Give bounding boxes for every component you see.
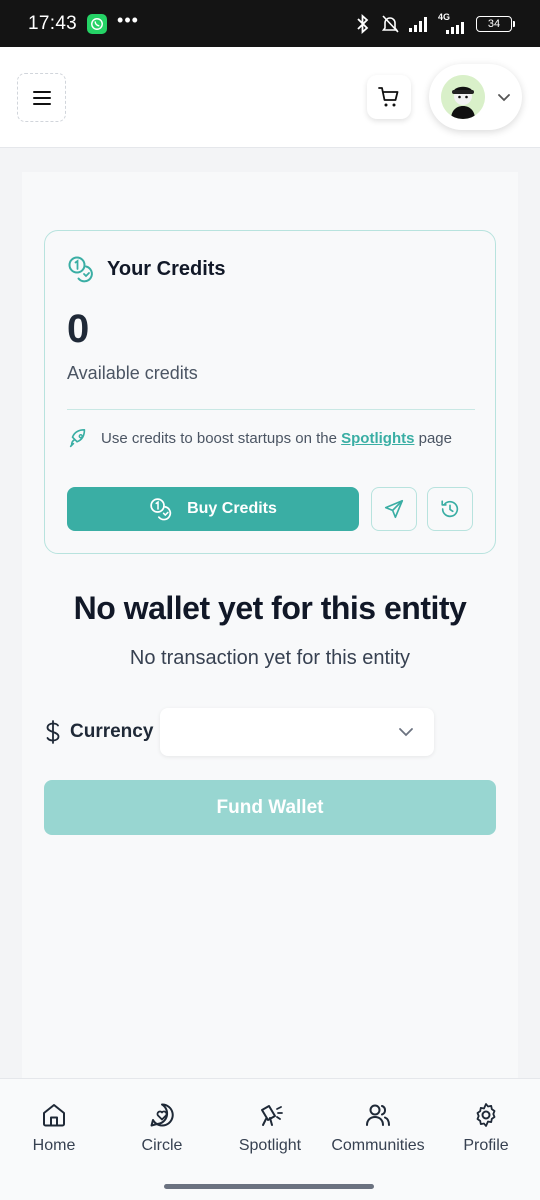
status-time: 17:43: [28, 12, 78, 34]
heart-chat-icon: [150, 1103, 174, 1127]
credits-title: Your Credits: [107, 257, 226, 280]
users-icon: [366, 1104, 390, 1126]
credits-note: Use credits to boost startups on the Spo…: [67, 427, 467, 450]
signal-icon: [408, 16, 430, 32]
nav-circle-label: Circle: [141, 1137, 183, 1154]
signal-4g-icon: 4G: [438, 13, 468, 34]
home-indicator[interactable]: [164, 1184, 374, 1189]
hamburger-icon: [32, 90, 51, 105]
wallet-panel: Your Credits 0 Available credits Use cre…: [22, 172, 518, 1078]
history-icon: [441, 500, 459, 518]
chevron-down-icon: [498, 94, 510, 102]
divider: [67, 409, 475, 410]
more-notifications-icon: •••: [117, 10, 139, 30]
app-header: [0, 47, 540, 148]
nav-profile[interactable]: Profile: [432, 1101, 540, 1155]
nav-circle[interactable]: Circle: [108, 1101, 216, 1155]
nav-home[interactable]: Home: [0, 1101, 108, 1155]
fund-wallet-button[interactable]: Fund Wallet: [44, 780, 496, 835]
coins-icon: [150, 498, 172, 521]
menu-button[interactable]: [17, 73, 66, 122]
empty-wallet-title: No wallet yet for this entity: [73, 590, 467, 626]
nav-communities-label: Communities: [331, 1137, 425, 1154]
buy-credits-button[interactable]: Buy Credits: [67, 487, 359, 531]
bottom-nav: Home Circle Spotlight Communities Profil…: [0, 1078, 540, 1200]
profile-menu-button[interactable]: [429, 64, 522, 130]
credits-card: Your Credits 0 Available credits Use cre…: [44, 230, 496, 554]
cart-icon: [378, 87, 399, 107]
currency-row: Currency: [44, 708, 434, 756]
whatsapp-icon: [87, 13, 108, 34]
rocket-icon: [69, 429, 86, 448]
credits-note-text: Use credits to boost startups on the Spo…: [101, 427, 452, 450]
bell-muted-icon: [380, 14, 400, 34]
buy-credits-label: Buy Credits: [187, 500, 277, 517]
currency-label: Currency: [44, 720, 160, 744]
network-type: 4G: [438, 12, 451, 22]
empty-wallet-subtitle: No transaction yet for this entity: [129, 647, 411, 669]
nav-spotlight[interactable]: Spotlight: [216, 1101, 324, 1155]
currency-select[interactable]: [160, 708, 434, 756]
currency-label-text: Currency: [70, 721, 154, 742]
spotlight-icon: [261, 1105, 283, 1126]
coins-icon: [68, 256, 93, 283]
nav-communities[interactable]: Communities: [324, 1101, 432, 1155]
credits-history-button[interactable]: [427, 487, 473, 531]
nav-spotlight-label: Spotlight: [238, 1137, 302, 1154]
spotlights-link[interactable]: Spotlights: [341, 430, 414, 447]
dollar-icon: [46, 720, 60, 744]
gear-icon: [476, 1103, 496, 1127]
avatar: [441, 75, 485, 119]
home-icon: [43, 1104, 65, 1127]
send-icon: [384, 499, 404, 519]
send-credits-button[interactable]: [371, 487, 417, 531]
nav-home-label: Home: [32, 1137, 76, 1154]
note-prefix: Use credits to boost startups on the: [101, 430, 342, 447]
battery-indicator: 34: [476, 15, 515, 32]
nav-profile-label: Profile: [463, 1137, 509, 1154]
bluetooth-icon: [354, 13, 372, 34]
chevron-down-icon: [399, 728, 413, 737]
credits-subtitle: Available credits: [67, 363, 198, 383]
cart-button[interactable]: [367, 75, 411, 119]
status-bar: 17:43 ••• 4G 34: [0, 0, 540, 47]
credits-amount: 0: [67, 307, 90, 351]
note-suffix: page: [414, 430, 452, 447]
